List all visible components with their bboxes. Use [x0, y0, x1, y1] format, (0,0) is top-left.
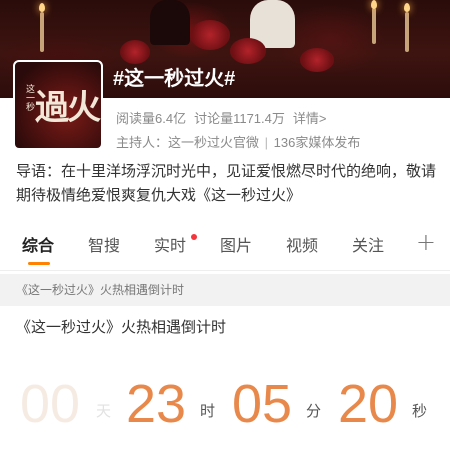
- countdown-days-unit: 天: [96, 403, 112, 420]
- active-tab-indicator: [28, 262, 50, 265]
- banner-rose: [300, 48, 334, 72]
- topic-cover-image[interactable]: 这一秒 過火: [13, 60, 103, 150]
- banner-candle: [405, 12, 409, 52]
- banner-flame: [39, 3, 45, 12]
- countdown-minutes: 05: [232, 374, 293, 434]
- host-separator: |: [264, 135, 269, 150]
- section-header: 《这一秒过火》火热相遇倒计时: [0, 274, 450, 306]
- banner-rose: [120, 40, 150, 64]
- tab-smart-search[interactable]: 智搜: [88, 232, 120, 256]
- banner-figure-left: [150, 0, 190, 45]
- host-info: 主持人：这一秒过火官微 | 136家媒体发布: [116, 132, 360, 151]
- discussion-count: 讨论量1171.4万: [194, 111, 285, 126]
- countdown-card-title: 《这一秒过火》火热相遇倒计时: [16, 319, 227, 336]
- divider: [0, 270, 450, 271]
- banner-candle: [40, 12, 44, 52]
- tab-following[interactable]: 关注: [352, 232, 384, 256]
- media-count-link[interactable]: 136家媒体发布: [274, 135, 361, 150]
- countdown-timer: 00 天 23 时 05 分 20 秒: [0, 368, 450, 438]
- banner-flame: [404, 3, 410, 12]
- countdown-hours-unit: 时: [200, 403, 216, 420]
- tab-realtime[interactable]: 实时: [154, 232, 186, 256]
- add-tab-icon[interactable]: +: [416, 228, 436, 256]
- tab-bar: 综合 智搜 实时 图片 视频 关注 +: [0, 228, 450, 265]
- cover-title-text: 過火: [35, 88, 101, 128]
- topic-stats: 阅读量6.4亿 讨论量1171.4万 详情>: [116, 108, 326, 127]
- tab-images[interactable]: 图片: [220, 232, 252, 256]
- tab-videos[interactable]: 视频: [286, 232, 318, 256]
- topic-intro: 导语：在十里洋场浮沉时光中，见证爱恨燃尽时代的绝响，敬请期待极情绝爱恨爽复仇大戏…: [16, 163, 437, 204]
- banner-rose: [190, 20, 230, 50]
- banner-flame: [371, 0, 377, 9]
- countdown-seconds-unit: 秒: [412, 403, 428, 420]
- countdown-seconds: 20: [338, 374, 399, 434]
- host-label: 主持人：: [116, 135, 169, 150]
- realtime-notification-dot: [191, 234, 197, 240]
- countdown-days: 00: [20, 374, 81, 434]
- banner-candle: [372, 8, 376, 44]
- host-name-link[interactable]: 这一秒过火官微: [168, 135, 259, 150]
- details-link[interactable]: 详情>: [293, 108, 327, 127]
- banner-rose: [230, 38, 266, 64]
- tab-comprehensive[interactable]: 综合: [22, 232, 54, 256]
- read-count: 阅读量6.4亿: [116, 111, 187, 126]
- countdown-hours: 23: [126, 374, 187, 434]
- countdown-minutes-unit: 分: [306, 403, 322, 420]
- topic-title: #这一秒过火#: [113, 68, 236, 90]
